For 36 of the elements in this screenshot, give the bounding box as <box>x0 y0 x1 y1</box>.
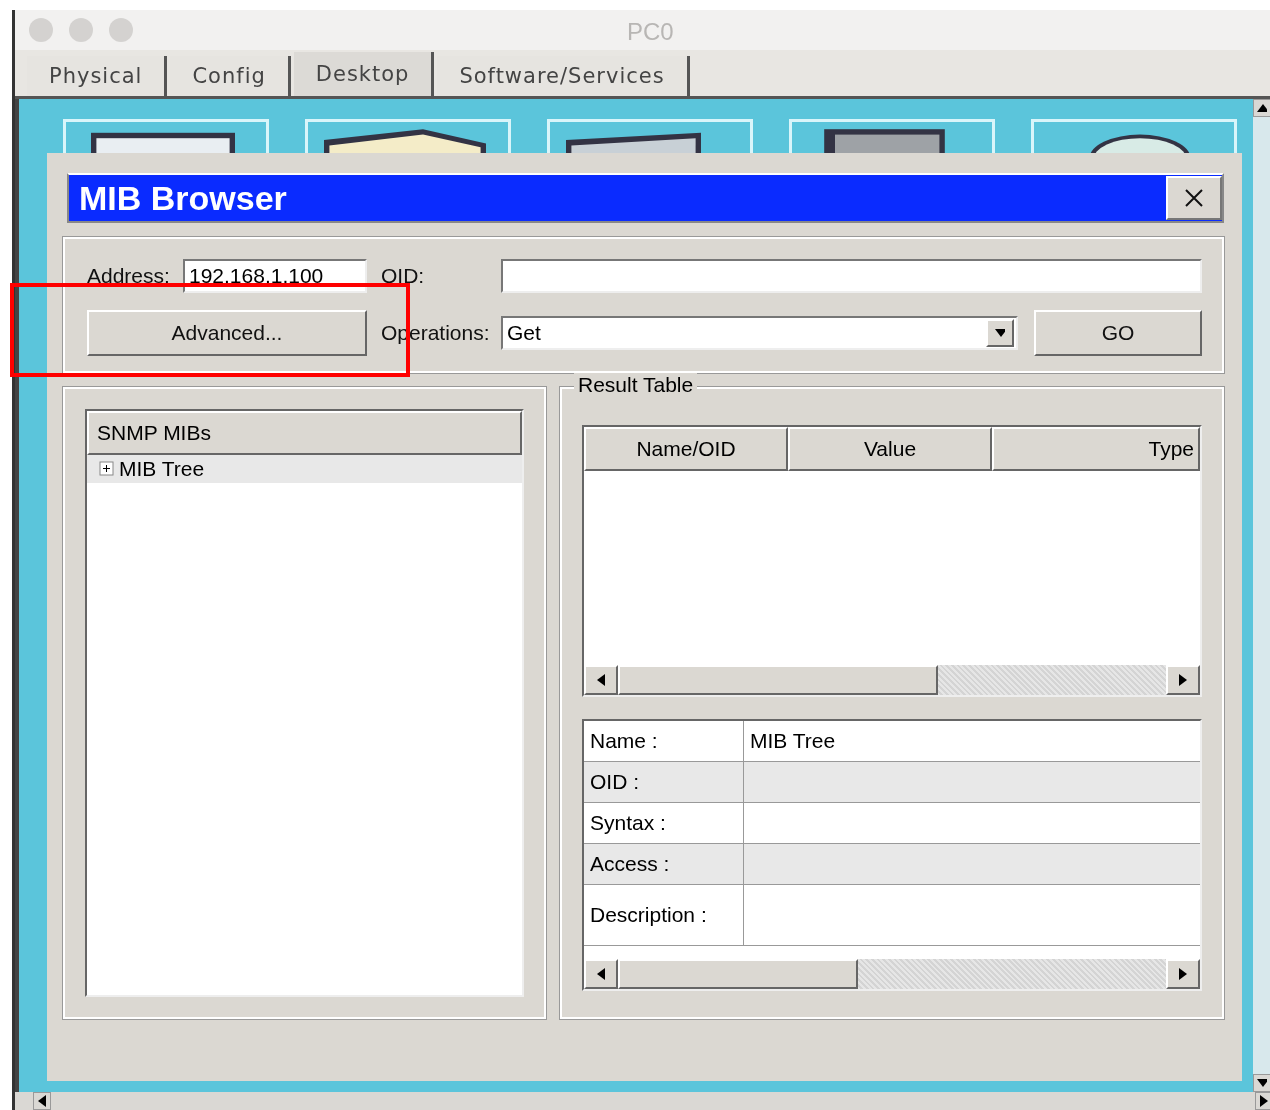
oid-field[interactable] <box>501 259 1202 293</box>
column-header[interactable]: Name/OID <box>584 427 788 471</box>
column-header[interactable]: SNMP MIBs <box>87 411 522 455</box>
column-header[interactable]: Type <box>992 427 1200 471</box>
column-header[interactable]: Value <box>788 427 992 471</box>
horizontal-scrollbar[interactable] <box>15 1092 1270 1110</box>
tree-item[interactable]: MIB Tree <box>87 455 522 483</box>
scroll-left-icon <box>37 1095 47 1107</box>
property-label: OID : <box>584 762 744 802</box>
property-value: MIB Tree <box>749 728 837 754</box>
scroll-right-icon <box>1178 968 1188 980</box>
field-label: OID: <box>380 264 426 288</box>
field-label: Address: <box>87 264 171 288</box>
operations-dropdown[interactable]: Get <box>501 316 1018 350</box>
property-label: Description : <box>584 885 744 945</box>
property-label: Name : <box>584 721 744 761</box>
dialog-title: MIB Browser <box>78 178 287 218</box>
go-button[interactable]: GO <box>1034 310 1202 356</box>
vertical-scrollbar[interactable] <box>1253 99 1270 1092</box>
scroll-left-icon <box>596 968 606 980</box>
scroll-right-icon <box>1259 1095 1269 1107</box>
window-title: PC0 <box>627 18 674 46</box>
property-label: Syntax : <box>584 803 744 843</box>
advanced-button[interactable]: Advanced... <box>87 310 367 356</box>
horizontal-scrollbar[interactable] <box>584 665 1200 695</box>
tab[interactable]: Desktop <box>293 52 435 96</box>
scroll-left-icon <box>596 674 606 686</box>
close-button[interactable] <box>1166 176 1222 220</box>
close-icon <box>1185 189 1203 207</box>
scroll-right-icon <box>1178 674 1188 686</box>
property-label: Access : <box>584 844 744 884</box>
scroll-down-icon <box>1257 1077 1267 1089</box>
horizontal-scrollbar[interactable] <box>584 959 1200 989</box>
expand-icon[interactable] <box>99 461 115 477</box>
scroll-up-icon <box>1257 102 1267 114</box>
dropdown-arrow-icon <box>995 327 1005 339</box>
